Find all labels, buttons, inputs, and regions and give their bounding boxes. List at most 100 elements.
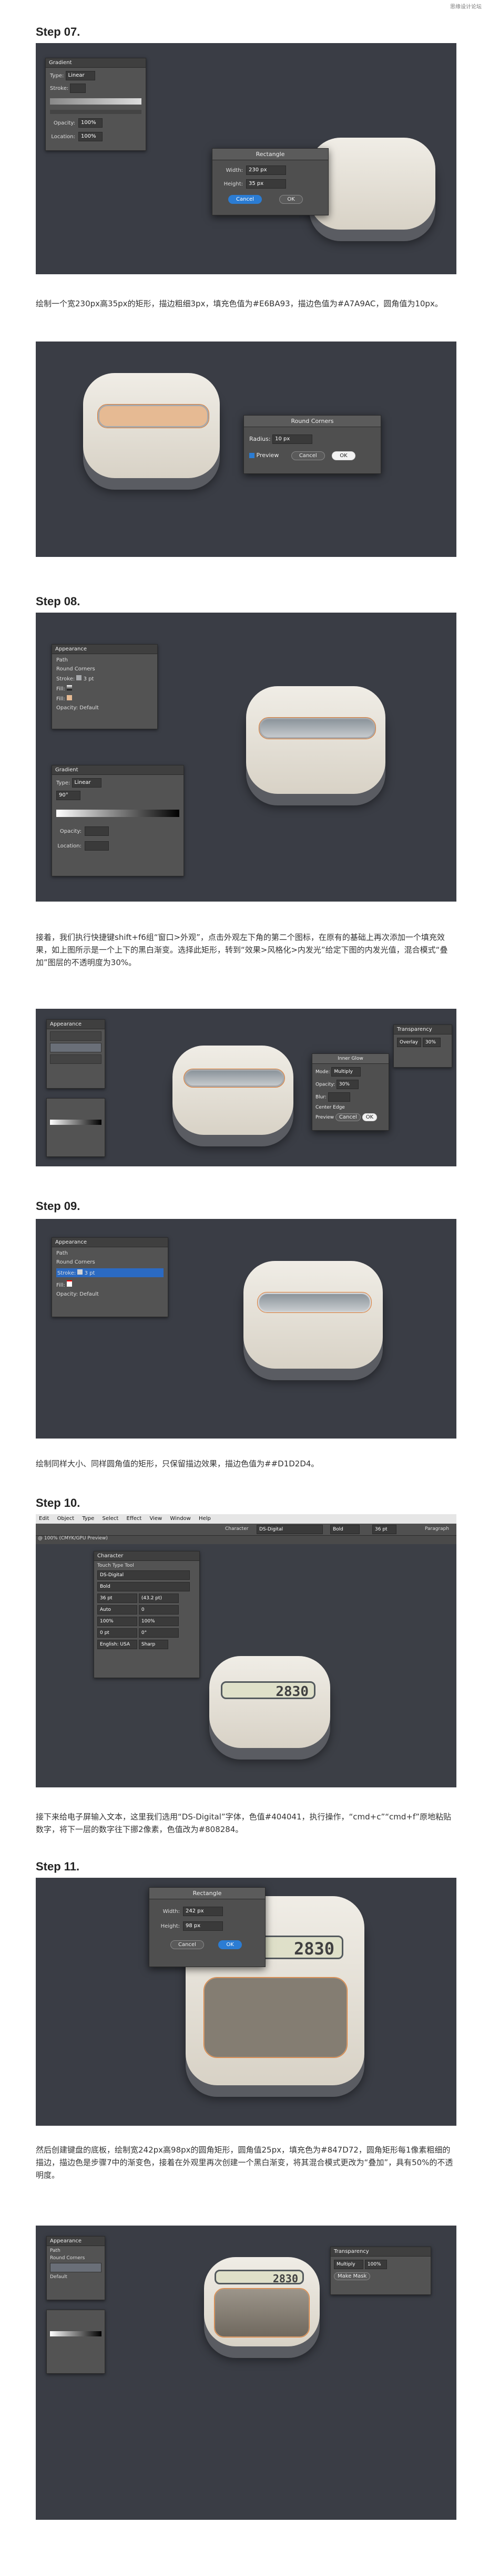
mode-select[interactable]: Multiply <box>331 1067 361 1077</box>
location-label: Location: <box>57 843 82 849</box>
cancel-button[interactable]: Cancel <box>170 1940 204 1949</box>
font-select[interactable]: DS-Digital <box>257 1525 323 1534</box>
fill-swatch[interactable] <box>66 695 72 700</box>
width-label: Width: <box>226 168 243 173</box>
angle-field[interactable]: 90° <box>56 791 80 800</box>
type-select[interactable]: Linear <box>72 778 101 788</box>
font-style-field[interactable]: Bold <box>97 1582 190 1591</box>
fill-gradient-swatch[interactable] <box>66 685 72 690</box>
gradient-slider[interactable] <box>50 98 141 105</box>
size-field[interactable]: 36 pt <box>372 1525 396 1534</box>
stroke-swatch[interactable] <box>70 84 86 93</box>
gradient-slider[interactable] <box>50 2331 101 2336</box>
menu-bar: Edit Object Type Select Effect View Wind… <box>36 1514 456 1524</box>
language-select[interactable]: English: USA <box>97 1640 137 1649</box>
round-corners-row[interactable]: Round Corners <box>56 666 153 672</box>
appearance-row-selected[interactable] <box>50 1043 101 1052</box>
opacity-field[interactable]: 30% <box>336 1080 359 1089</box>
menu-object[interactable]: Object <box>57 1516 75 1522</box>
round-corners-row[interactable]: Round Corners <box>56 1259 164 1265</box>
selected-rectangle[interactable] <box>257 1292 372 1313</box>
kerning-field[interactable]: Auto <box>97 1605 137 1615</box>
location-field[interactable]: 100% <box>78 132 103 141</box>
dialog-title: Inner Glow <box>312 1054 389 1064</box>
cancel-button[interactable]: Cancel <box>291 451 325 460</box>
appearance-row[interactable] <box>50 1031 101 1041</box>
cancel-button[interactable]: Cancel <box>228 195 262 204</box>
selected-rectangle[interactable] <box>259 717 376 739</box>
ok-button[interactable]: OK <box>279 195 303 204</box>
height-field[interactable]: 35 px <box>246 179 286 189</box>
preview-checkbox[interactable] <box>249 453 254 458</box>
type-label: Type: <box>50 73 64 79</box>
blend-mode-select[interactable]: Multiply <box>334 2260 363 2269</box>
font-size-field[interactable]: 36 pt <box>97 1594 137 1603</box>
appearance-row-selected[interactable] <box>50 2263 101 2272</box>
preview-checkbox[interactable]: Preview <box>315 1115 334 1120</box>
screenshot-step11-rectangle: 2830 Rectangle Width: 242 px Height: 98 px… <box>36 1878 456 2126</box>
character-link[interactable]: Character <box>225 1526 248 1532</box>
gradient-slider[interactable] <box>50 1120 101 1125</box>
font-family-field[interactable]: DS-Digital <box>97 1570 190 1580</box>
menu-effect[interactable]: Effect <box>127 1516 142 1522</box>
opacity-field[interactable]: 100% <box>78 118 103 128</box>
blend-mode-select[interactable]: Overlay <box>397 1038 421 1047</box>
tracking-field[interactable]: 0 <box>138 1605 179 1615</box>
gradient-slider[interactable] <box>56 810 179 817</box>
menu-window[interactable]: Window <box>170 1516 190 1522</box>
make-mask-button[interactable]: Make Mask <box>334 2272 371 2280</box>
round-corners-row[interactable]: Round Corners <box>50 2256 101 2261</box>
document-tab[interactable]: @ 100% (CMYK/GPU Preview) <box>36 1536 456 1544</box>
location-field[interactable] <box>85 841 109 851</box>
horizontal-scale-field[interactable]: 100% <box>138 1617 179 1626</box>
menu-edit[interactable]: Edit <box>39 1516 49 1522</box>
antialias-select[interactable]: Sharp <box>138 1640 168 1649</box>
radius-field[interactable]: 10 px <box>272 434 313 444</box>
width-field[interactable]: 242 px <box>183 1907 223 1916</box>
gradient-panel <box>46 1098 105 1157</box>
screenshot-step11-appearance: Appearance Path Round Corners Default 28… <box>36 2226 456 2520</box>
rotation-field[interactable]: 0° <box>138 1628 179 1638</box>
stroke-value: 3 pt <box>84 1270 95 1276</box>
style-select[interactable]: Bold <box>330 1525 360 1534</box>
center-radio[interactable]: Center <box>315 1105 331 1110</box>
opacity-label: Opacity: <box>59 829 82 834</box>
blur-field[interactable] <box>328 1092 350 1102</box>
path-row: Path <box>56 1250 68 1256</box>
menu-view[interactable]: View <box>150 1516 162 1522</box>
menu-select[interactable]: Select <box>102 1516 118 1522</box>
paragraph-link[interactable]: Paragraph <box>425 1526 449 1532</box>
menu-type[interactable]: Type <box>82 1516 94 1522</box>
keyboard-base-rectangle[interactable] <box>214 2288 310 2337</box>
gradient-stops[interactable] <box>50 110 141 114</box>
vertical-scale-field[interactable]: 100% <box>97 1617 137 1626</box>
ok-button[interactable]: OK <box>332 451 355 460</box>
opacity-field[interactable]: 100% <box>364 2260 387 2269</box>
keyboard-base-rectangle[interactable] <box>203 1977 348 2058</box>
screenshot-step07-rectangle: Gradient Type: Linear Stroke: Opacity: 10… <box>36 43 456 274</box>
selected-rectangle[interactable] <box>184 1069 285 1088</box>
opacity-field[interactable]: 30% <box>422 1038 441 1047</box>
stroke-swatch[interactable] <box>76 675 82 680</box>
baseline-field[interactable]: 0 pt <box>97 1628 137 1638</box>
type-select[interactable]: Linear <box>65 71 95 80</box>
panel-title: Gradient <box>46 58 146 68</box>
cancel-button[interactable]: Cancel <box>335 1113 361 1121</box>
menu-help[interactable]: Help <box>199 1516 211 1522</box>
edge-radio[interactable]: Edge <box>333 1105 345 1110</box>
ok-button[interactable]: OK <box>362 1113 378 1121</box>
app-icon-base <box>243 1261 383 1369</box>
width-field[interactable]: 230 px <box>246 165 286 175</box>
height-field[interactable]: 98 px <box>183 1921 223 1931</box>
opacity-field[interactable] <box>85 826 109 836</box>
appearance-row[interactable] <box>50 1054 101 1064</box>
touch-type-tool[interactable]: Touch Type Tool <box>97 1563 196 1568</box>
leading-field[interactable]: (43.2 pt) <box>138 1594 179 1603</box>
opacity-label: Opacity: <box>56 705 78 711</box>
selected-rectangle[interactable] <box>97 404 209 428</box>
screenshot-step08-appearance: Appearance Path Round Corners Stroke: 3 … <box>36 613 456 902</box>
fill-none-swatch[interactable] <box>66 1280 72 1287</box>
inner-glow-dialog: Inner Glow Mode: Multiply Opacity: 30% B… <box>312 1053 389 1131</box>
ok-button[interactable]: OK <box>218 1940 242 1949</box>
stroke-swatch[interactable] <box>77 1269 83 1275</box>
